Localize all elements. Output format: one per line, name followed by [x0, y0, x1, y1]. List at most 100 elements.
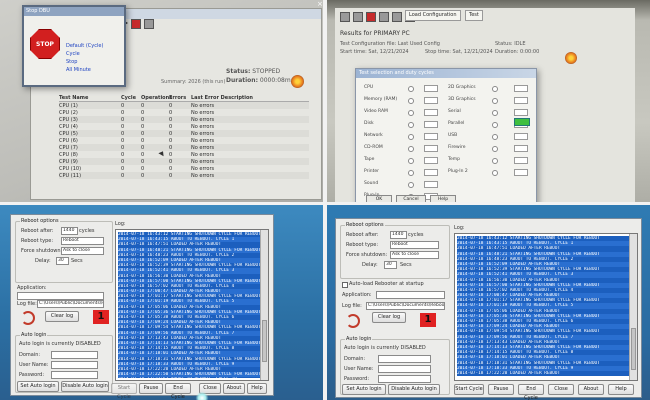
set-auto-login-button[interactable]: Set Auto login — [342, 384, 386, 395]
popup-link-default[interactable]: Default (Cycle) — [66, 43, 103, 49]
duty-input[interactable] — [424, 133, 438, 140]
reboot-after-input[interactable]: 1440 — [390, 231, 407, 239]
slider-knob[interactable] — [492, 86, 498, 92]
table-row[interactable]: CPU (7) 0 0 0 No errors — [59, 144, 309, 151]
slider-knob[interactable] — [492, 158, 498, 164]
help-button[interactable]: Help — [247, 383, 267, 394]
log-scrollbar[interactable] — [629, 234, 637, 380]
slider-knob[interactable] — [492, 134, 498, 140]
log-line[interactable]: 2014-07-18 17:22:52 ABOUT TO REBOOT. CYC… — [118, 377, 260, 378]
table-row[interactable]: CPU (6) 0 0 0 No errors — [59, 137, 309, 144]
slider-knob[interactable] — [408, 146, 414, 152]
duty-input[interactable] — [424, 121, 438, 128]
close-icon[interactable] — [366, 12, 376, 22]
log-line[interactable]: 2014-07-18 17:09:54 STARTING SHUTDOWN CY… — [118, 325, 260, 331]
application-input[interactable] — [17, 292, 104, 300]
popup-link-stop[interactable]: Stop — [66, 59, 77, 65]
stop-icon[interactable] — [131, 19, 141, 29]
slider-knob[interactable] — [408, 182, 414, 188]
log-listbox[interactable]: 2014-07-18 16:43:12 STARTING SHUTDOWN CY… — [115, 229, 269, 381]
duty-input[interactable] — [514, 145, 528, 152]
duty-input[interactable] — [514, 97, 528, 104]
log-line[interactable]: 2014-07-18 16:48:21 STARTING SHUTDOWN CY… — [118, 247, 260, 253]
delay-input[interactable]: 30 — [384, 261, 397, 269]
log-scrollbar[interactable] — [260, 230, 268, 380]
log-file-input[interactable]: C:\Users\Public\Documents\Rebooter.txt — [37, 300, 104, 308]
duty-input[interactable] — [514, 169, 528, 176]
duty-input[interactable] — [424, 169, 438, 176]
force-shutdown-select[interactable]: Ask to close — [390, 251, 439, 259]
slider-knob[interactable] — [408, 134, 414, 140]
reboot-after-input[interactable]: 1440 — [61, 227, 78, 235]
duty-input[interactable] — [514, 85, 528, 92]
duty-input[interactable] — [424, 85, 438, 92]
table-row[interactable]: CPU (4) 0 0 0 No errors — [59, 123, 309, 130]
popup-link-minute[interactable]: All Minute — [66, 67, 91, 73]
popup-link-cycle[interactable]: Cycle — [66, 51, 80, 57]
help-button[interactable]: Help — [608, 384, 634, 395]
table-row[interactable]: CPU (9) 0 0 0 No errors — [59, 158, 309, 165]
slider-knob[interactable] — [408, 86, 414, 92]
save-icon[interactable] — [353, 12, 363, 22]
duty-input[interactable] — [424, 157, 438, 164]
slider-knob[interactable] — [492, 110, 498, 116]
table-row[interactable]: CPU (2) 0 0 0 No errors — [59, 109, 309, 116]
log-line[interactable]: 2014-07-18 17:18:31 STARTING SHUTDOWN CY… — [118, 356, 260, 362]
duty-input[interactable] — [424, 109, 438, 116]
clear-log-button[interactable]: Clear log — [372, 312, 406, 323]
about-button[interactable]: About — [578, 384, 604, 395]
user-name-input[interactable] — [378, 365, 431, 373]
disable-auto-login-button[interactable]: Disable Auto login — [61, 381, 109, 392]
close-icon[interactable]: × — [317, 0, 323, 8]
user-name-input[interactable] — [51, 361, 98, 369]
duty-input[interactable] — [514, 109, 528, 116]
open-icon[interactable] — [340, 12, 350, 22]
close-button[interactable]: Close — [548, 384, 574, 395]
domain-input[interactable] — [378, 355, 431, 363]
table-row[interactable]: CPU (5) 0 0 0 No errors — [59, 130, 309, 137]
table-row[interactable]: CPU (3) 0 0 0 No errors — [59, 116, 309, 123]
slider-knob[interactable] — [492, 98, 498, 104]
domain-input[interactable] — [51, 351, 98, 359]
slider-knob[interactable] — [408, 110, 414, 116]
scroll-thumb[interactable] — [262, 320, 267, 362]
test-button[interactable]: Test — [465, 10, 483, 21]
autoload-checkbox[interactable] — [342, 282, 348, 288]
set-auto-login-button[interactable]: Set Auto login — [17, 381, 59, 392]
duty-input[interactable] — [424, 181, 438, 188]
duty-input[interactable] — [424, 97, 438, 104]
slider-knob[interactable] — [408, 122, 414, 128]
pause-button[interactable]: Pause — [488, 384, 514, 395]
log-listbox[interactable]: 2014-07-18 16:43:12 STARTING SHUTDOWN CY… — [454, 233, 638, 381]
table-row[interactable]: CPU (1) 0 0 0 No errors — [59, 102, 309, 109]
duty-input[interactable] — [514, 157, 528, 164]
pause-button[interactable]: Pause — [139, 383, 163, 394]
slider-knob[interactable] — [492, 146, 498, 152]
duty-input[interactable] — [424, 145, 438, 152]
delay-input[interactable]: 30 — [56, 257, 69, 265]
log-line[interactable]: 2014-07-18 17:22:20 LOADED AFTER REBOOT — [457, 370, 629, 377]
password-input[interactable] — [51, 371, 98, 379]
copy-icon[interactable] — [379, 12, 389, 22]
application-input[interactable] — [376, 291, 445, 299]
paste-icon[interactable] — [392, 12, 402, 22]
scroll-thumb[interactable] — [631, 328, 636, 370]
reboot-type-select[interactable]: Reboot — [390, 241, 439, 249]
duty-input[interactable] — [514, 133, 528, 140]
slider-knob[interactable] — [492, 170, 498, 176]
table-row[interactable]: CPU (11) 0 0 0 No errors — [59, 172, 309, 179]
start-cycle-button[interactable]: Start Cycle — [454, 384, 484, 395]
force-shutdown-select[interactable]: Ask to close — [61, 247, 104, 255]
log-file-input[interactable]: C:\Users\Public\Documents\Rebooter.txt — [366, 302, 445, 310]
clear-log-button[interactable]: Clear log — [45, 311, 79, 322]
stop-sign-icon[interactable]: STOP — [30, 29, 60, 59]
settings-icon[interactable] — [144, 19, 154, 29]
slider-knob[interactable] — [492, 122, 498, 128]
password-input[interactable] — [378, 375, 431, 383]
slider-knob[interactable] — [408, 98, 414, 104]
disable-auto-login-button[interactable]: Disable Auto login — [388, 384, 440, 395]
about-button[interactable]: About — [223, 383, 245, 394]
reboot-type-select[interactable]: Reboot — [61, 237, 104, 245]
table-row[interactable]: CPU (10) 0 0 0 No errors — [59, 165, 309, 172]
load-config-button[interactable]: Load Configuration — [405, 10, 461, 21]
